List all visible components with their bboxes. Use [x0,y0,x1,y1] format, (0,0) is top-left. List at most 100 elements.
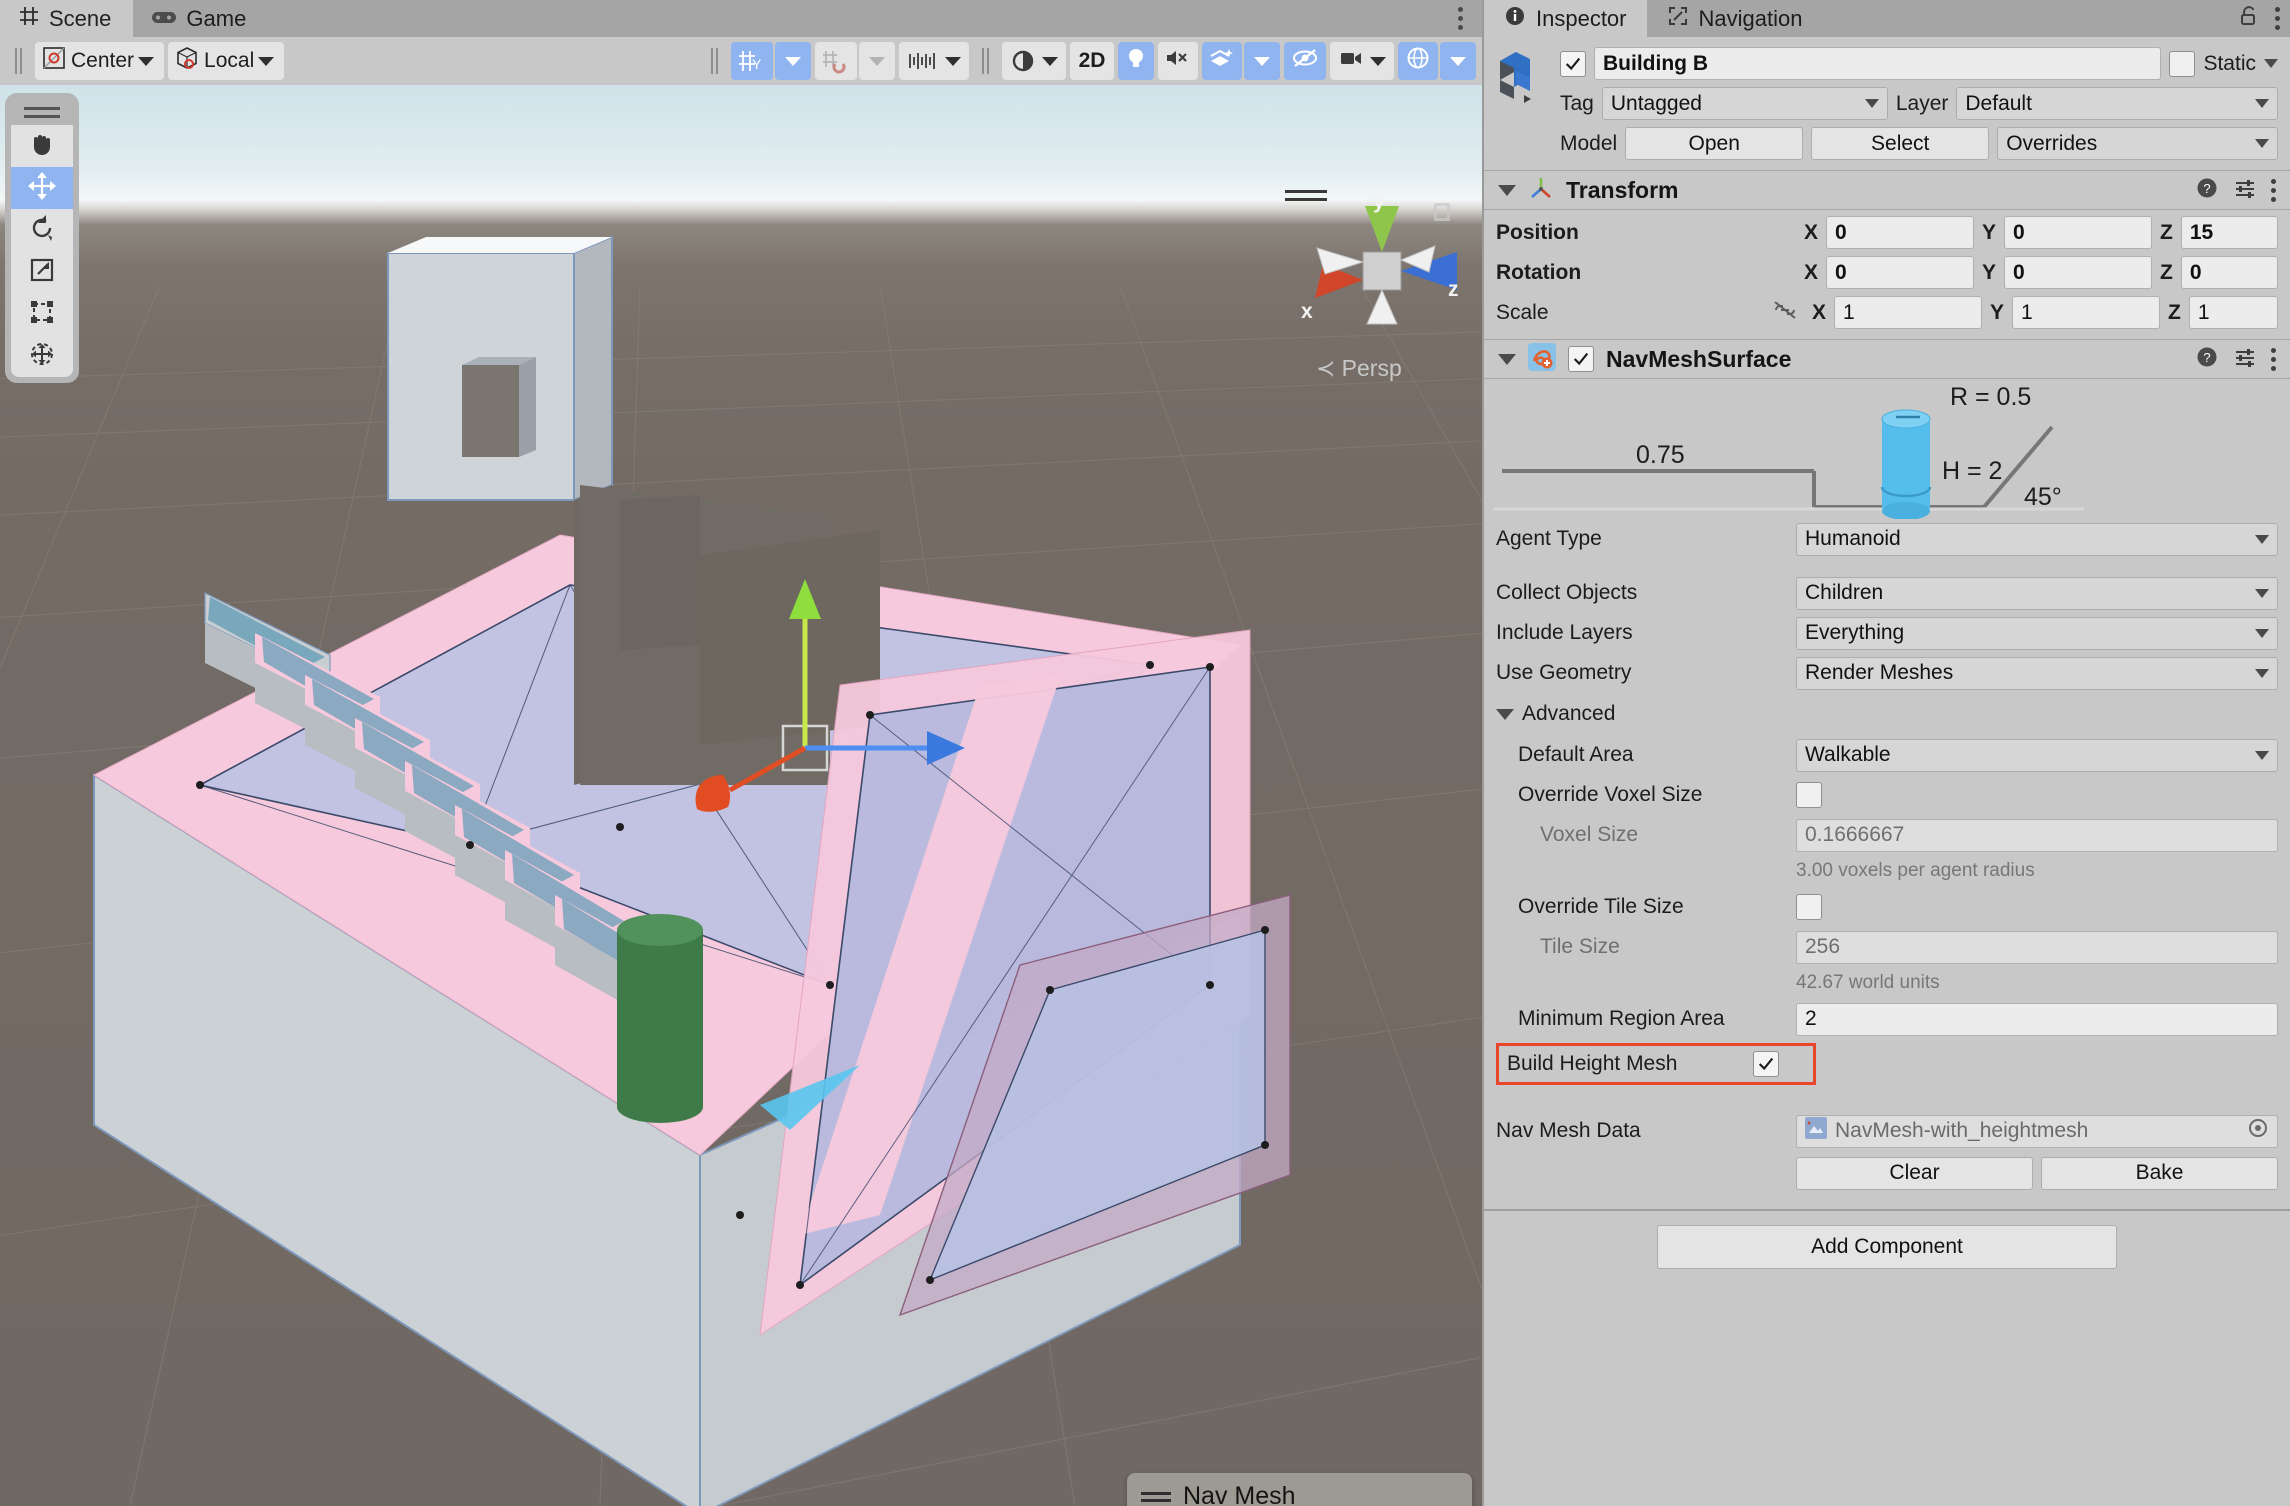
scene-tab-menu-icon[interactable] [1454,4,1466,32]
magnet-snap-button[interactable] [815,42,857,80]
scene-view-gizmo[interactable]: y z x [1295,190,1470,350]
transform-title: Transform [1566,177,1678,204]
tab-game[interactable]: Game [133,0,268,37]
position-z-input[interactable]: 15 [2181,216,2278,249]
bake-navmesh-button[interactable]: Bake [2041,1157,2278,1190]
effects-button[interactable] [1202,42,1242,80]
foldout-arrow-icon[interactable] [1498,185,1516,196]
help-icon[interactable]: ? [2195,176,2219,205]
tab-navigation[interactable]: Navigation [1647,0,1823,37]
collect-objects-dropdown[interactable]: Children [1796,577,2278,610]
kebab-menu-icon[interactable] [2271,179,2276,202]
axis-z-label: Z [2168,301,2181,325]
hand-tool-button[interactable] [11,125,73,167]
agent-type-dropdown[interactable]: Humanoid [1796,523,2278,556]
projection-mode-label[interactable]: ≺ Persp [1316,355,1402,382]
tab-inspector[interactable]: Inspector [1484,0,1647,37]
kebab-menu-icon[interactable] [2275,7,2280,30]
rotate-tool-button[interactable] [11,209,73,251]
layer-dropdown[interactable]: Default [1956,87,2278,120]
handle-space-label: Local [204,49,254,73]
rotation-z-input[interactable]: 0 [2181,256,2278,289]
include-layers-dropdown[interactable]: Everything [1796,617,2278,650]
scene-lighting-button[interactable] [1118,42,1154,80]
static-checkbox[interactable] [2169,51,2195,77]
transform-component-header[interactable]: Transform ? [1484,170,2290,210]
default-area-dropdown[interactable]: Walkable [1796,739,2278,772]
scale-y-input[interactable]: 1 [2012,296,2160,329]
unlinked-scale-icon[interactable] [1772,299,1804,326]
override-voxel-size-label: Override Voxel Size [1496,783,1796,807]
tab-game-label: Game [186,6,246,32]
grid-visibility-dropdown[interactable] [775,42,811,80]
rotation-y-input[interactable]: 0 [2004,256,2152,289]
navmeshsurface-component-header[interactable]: NavMeshSurface ? [1484,339,2290,379]
override-voxel-size-checkbox[interactable] [1796,782,1822,808]
grid-visibility-button[interactable]: Y [731,42,773,80]
axis-y-label: Y [1982,261,1996,285]
use-geometry-dropdown[interactable]: Render Meshes [1796,657,2278,690]
palette-drag-handle[interactable] [11,99,73,125]
kebab-menu-icon[interactable] [2271,348,2276,371]
hidden-objects-button[interactable] [1284,42,1326,80]
help-icon[interactable]: ? [2195,345,2219,374]
inspector-tab-tools [2239,0,2280,37]
move-tool-button[interactable] [11,167,73,209]
chevron-down-icon [2255,589,2269,598]
audio-mute-button[interactable] [1158,42,1198,80]
override-tile-size-label: Override Tile Size [1496,895,1796,919]
scale-tool-button[interactable] [11,251,73,293]
chevron-down-icon[interactable] [2264,59,2278,68]
lock-icon[interactable] [2239,5,2259,32]
clear-navmesh-button[interactable]: Clear [1796,1157,2033,1190]
preset-icon[interactable] [2233,345,2257,374]
scale-x-input[interactable]: 1 [1834,296,1982,329]
pivot-mode-button[interactable]: Center [35,42,164,80]
gameobject-header: Building B Static Tag Untagged Layer [1484,37,2290,170]
inspector-panel: Inspector Navigation [1482,0,2290,1506]
scene-toolbar: Center Local Y [0,37,1482,85]
add-component-button[interactable]: Add Component [1657,1225,2117,1269]
rotation-x-input[interactable]: 0 [1826,256,1974,289]
rect-tool-button[interactable] [11,293,73,335]
override-tile-size-checkbox[interactable] [1796,894,1822,920]
position-y-input[interactable]: 0 [2004,216,2152,249]
overlay-drag-handle[interactable] [1141,1492,1171,1502]
scale-z-input[interactable]: 1 [2189,296,2278,329]
gameobject-name-input[interactable]: Building B [1594,47,2161,80]
foldout-arrow-icon[interactable] [1498,354,1516,365]
navmeshsurface-enabled-checkbox[interactable] [1568,346,1594,372]
position-x-input[interactable]: 0 [1826,216,1974,249]
minimum-region-area-input[interactable]: 2 [1796,1003,2278,1036]
handle-space-button[interactable]: Local [168,42,284,80]
advanced-foldout[interactable]: Advanced [1484,693,2290,735]
object-picker-icon[interactable] [2247,1117,2269,1145]
gizmos-button[interactable] [1398,42,1438,80]
model-open-button[interactable]: Open [1625,127,1803,160]
magnet-snap-dropdown[interactable] [859,42,895,80]
tag-dropdown[interactable]: Untagged [1602,87,1888,120]
effects-dropdown[interactable] [1244,42,1280,80]
draw-mode-button[interactable] [1002,42,1066,80]
gizmos-dropdown[interactable] [1440,42,1476,80]
grid-icon [18,5,40,33]
build-height-mesh-checkbox[interactable] [1753,1051,1779,1077]
check-icon [1757,1055,1775,1073]
use-geometry-value: Render Meshes [1805,661,1953,685]
increment-snap-button[interactable] [899,42,969,80]
overrides-dropdown[interactable]: Overrides [1997,127,2278,160]
scene-camera-button[interactable] [1330,42,1394,80]
tab-scene[interactable]: Scene [0,0,133,37]
toggle-2d-button[interactable]: 2D [1070,42,1114,80]
nav-mesh-data-field[interactable]: NavMesh-with_heightmesh [1796,1115,2278,1148]
gameobject-enabled-checkbox[interactable] [1560,51,1586,77]
transform-tool-button[interactable] [11,335,73,377]
prefab-model-icon[interactable] [1496,47,1550,105]
model-row: Model Open Select Overrides [1560,127,2278,160]
scene-viewport[interactable]: y z x ≺ Persp Nav Mesh Show NavMesh [0,85,1482,1506]
axis-z-label: Z [2160,221,2173,245]
preset-icon[interactable] [2233,176,2257,205]
model-select-button[interactable]: Select [1811,127,1989,160]
chevron-down-icon [138,57,154,66]
gizmos-icon [1404,45,1432,77]
